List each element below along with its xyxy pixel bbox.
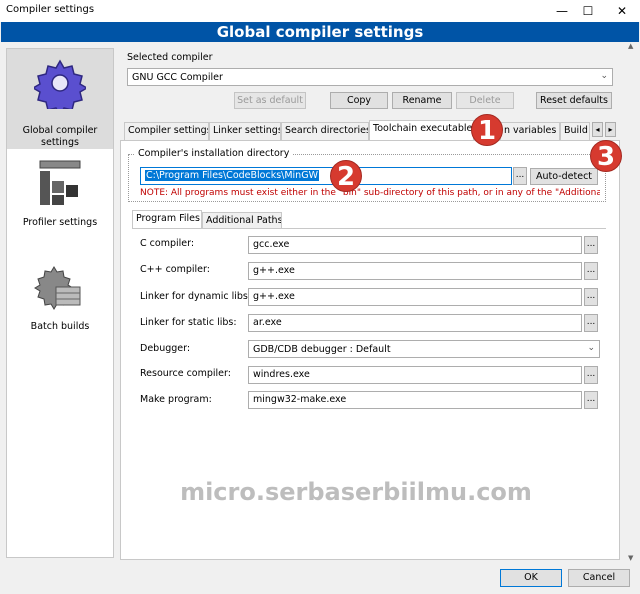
cpp-compiler-label: C++ compiler: [140,264,210,275]
maximize-button[interactable]: ☐ [574,2,602,20]
resource-compiler-browse-button[interactable]: ... [584,366,598,384]
scrollbar[interactable]: ▲ ▼ [626,42,638,566]
set-as-default-button[interactable]: Set as default [234,92,306,109]
linker-static-label: Linker for static libs: [140,317,237,328]
caliper-icon [39,160,81,205]
auto-detect-button[interactable]: Auto-detect [530,168,598,185]
make-program-input[interactable]: mingw32-make.exe [248,391,582,409]
install-dir-label: Compiler's installation directory [135,148,293,159]
chevron-down-icon: ⌄ [600,71,608,81]
annotation-badge-1: 1 [471,114,503,146]
install-dir-value: C:\Program Files\CodeBlocks\MinGW [145,170,319,181]
watermark: micro.serbaserbiilmu.com [180,478,532,506]
title-bar: Compiler settings — ☐ ✕ [0,0,640,22]
debugger-select-value: GDB/CDB debugger : Default [253,344,391,355]
install-dir-browse-button[interactable]: ... [513,167,527,185]
subtab-divider [132,228,606,229]
c-compiler-browse-button[interactable]: ... [584,236,598,254]
subtab-program-files[interactable]: Program Files [132,210,202,228]
tab-build-options[interactable]: Build [560,122,590,140]
tab-custom-variables[interactable]: n variables [500,122,560,140]
subtab-additional-paths[interactable]: Additional Paths [202,212,282,228]
tab-scroll-right-button[interactable]: ▸ [605,122,616,137]
compiler-select-value: GNU GCC Compiler [132,72,223,83]
close-button[interactable]: ✕ [608,2,636,20]
tab-toolchain-executables[interactable]: Toolchain executables [369,120,474,140]
sidebar-item-label: Batch builds [30,321,90,332]
ok-button[interactable]: OK [500,569,562,587]
debugger-label: Debugger: [140,343,191,354]
sidebar-item-batch[interactable]: Batch builds [7,261,113,351]
scroll-up-icon[interactable]: ▲ [628,42,633,50]
linker-static-input[interactable]: ar.exe [248,314,582,332]
linker-dynamic-input[interactable]: g++.exe [248,288,582,306]
copy-button[interactable]: Copy [330,92,388,109]
selected-compiler-label: Selected compiler [127,52,213,63]
cpp-compiler-browse-button[interactable]: ... [584,262,598,280]
resource-compiler-label: Resource compiler: [140,368,231,379]
reset-defaults-button[interactable]: Reset defaults [536,92,612,109]
linker-dynamic-label: Linker for dynamic libs: [140,291,252,302]
make-program-label: Make program: [140,394,212,405]
dialog-banner: Global compiler settings [1,22,639,42]
c-compiler-label: C compiler: [140,238,195,249]
window-title: Compiler settings [6,4,95,15]
compiler-select[interactable]: GNU GCC Compiler ⌄ [127,68,613,86]
tab-linker-settings[interactable]: Linker settings [209,122,281,140]
sidebar-item-label: Global compiler settings [22,125,98,148]
batch-icon [34,266,81,310]
annotation-badge-3: 3 [590,140,622,172]
annotation-badge-2: 2 [330,160,362,192]
sidebar-item-global-compiler[interactable]: Global compiler settings [7,49,113,149]
tab-search-directories[interactable]: Search directories [281,122,369,140]
c-compiler-input[interactable]: gcc.exe [248,236,582,254]
resource-compiler-input[interactable]: windres.exe [248,366,582,384]
install-dir-note: NOTE: All programs must exist either in … [140,188,600,198]
cancel-button[interactable]: Cancel [568,569,630,587]
minimize-button[interactable]: — [548,2,576,20]
tab-compiler-settings[interactable]: Compiler settings [124,122,209,140]
sidebar-item-profiler[interactable]: Profiler settings [7,157,113,247]
cpp-compiler-input[interactable]: g++.exe [248,262,582,280]
gear-icon [34,59,86,109]
sidebar-item-label: Profiler settings [22,217,98,228]
rename-button[interactable]: Rename [392,92,452,109]
linker-dynamic-browse-button[interactable]: ... [584,288,598,306]
linker-static-browse-button[interactable]: ... [584,314,598,332]
debugger-select[interactable]: GDB/CDB debugger : Default ⌄ [248,340,600,358]
tab-scroll-left-button[interactable]: ◂ [592,122,603,137]
chevron-down-icon: ⌄ [587,343,595,353]
scroll-down-icon[interactable]: ▼ [628,554,633,562]
install-dir-input[interactable]: C:\Program Files\CodeBlocks\MinGW [140,167,512,185]
make-program-browse-button[interactable]: ... [584,391,598,409]
delete-button[interactable]: Delete [456,92,514,109]
